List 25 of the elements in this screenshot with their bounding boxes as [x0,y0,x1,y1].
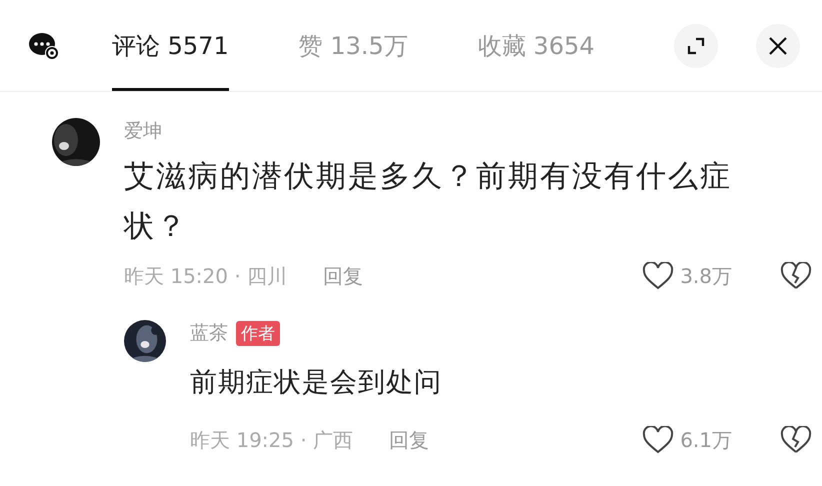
comment-meta: 昨天 19:25 · 广西 [190,426,354,454]
comment-text: 前期症状是会到处问 [190,366,443,400]
broken-heart-icon [780,426,812,454]
chat-settings-icon[interactable] [28,30,60,60]
heart-icon [642,426,674,454]
dislike-button[interactable] [780,426,812,454]
close-button[interactable] [756,24,800,68]
heart-icon [642,262,674,290]
tab[interactable]: 收藏 3654 [478,0,595,91]
expand-icon [686,36,706,56]
expand-button[interactable] [674,24,718,68]
like-button[interactable]: 3.8万 [642,262,732,290]
broken-heart-icon [780,262,812,290]
reply-button[interactable]: 回复 [323,262,364,290]
author-badge: 作者 [236,320,280,346]
tab[interactable]: 评论 5571 [112,0,229,91]
close-icon [767,34,789,56]
like-button[interactable]: 6.1万 [642,426,732,454]
reply-button[interactable]: 回复 [389,426,430,454]
user-name[interactable]: 爱坤 [124,118,162,144]
comment-meta: 昨天 15:20 · 四川 [124,262,288,290]
comment-text: 艾滋病的潜伏期是多久？前期有没有什么症状？ [124,158,733,246]
tab[interactable]: 赞 13.5万 [298,0,408,91]
dislike-button[interactable] [780,262,812,290]
user-name[interactable]: 蓝茶 [190,320,228,346]
